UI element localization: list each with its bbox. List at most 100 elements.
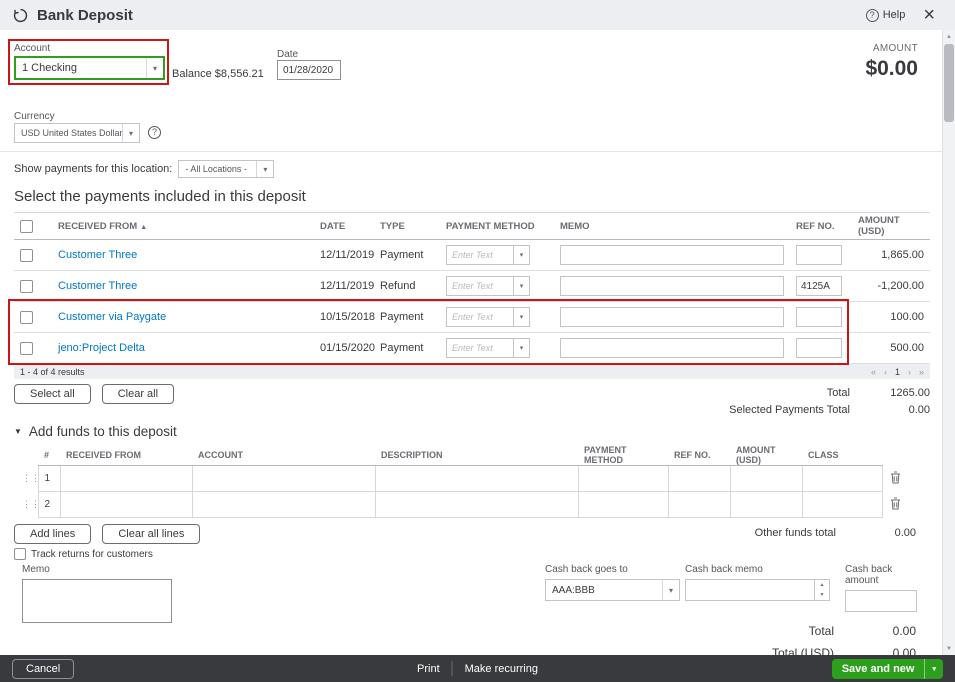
first-page-icon[interactable]: «: [871, 367, 876, 377]
row-checkbox[interactable]: [20, 311, 33, 324]
titlebar: Bank Deposit ? Help ×: [0, 0, 955, 30]
line-buttons: Add lines Clear all lines: [14, 524, 208, 544]
col-received-from[interactable]: RECEIVED FROM▲: [52, 213, 314, 240]
ref-no-input[interactable]: [796, 245, 842, 265]
payment-method-combo[interactable]: Enter Text▾: [446, 307, 530, 327]
row-checkbox[interactable]: [20, 280, 33, 293]
ref-no-cell[interactable]: [668, 492, 730, 518]
pagination: « ‹ 1 › »: [871, 367, 924, 377]
col-memo: MEMO: [554, 213, 790, 240]
description-cell[interactable]: [375, 492, 578, 518]
payment-method-cell[interactable]: [578, 492, 668, 518]
trash-icon[interactable]: [883, 497, 909, 510]
account-select[interactable]: 1 Checking ▾: [14, 56, 165, 80]
ref-no-input[interactable]: [796, 276, 842, 296]
chevron-down-icon: ▾: [256, 161, 273, 177]
ref-no-input[interactable]: [796, 307, 842, 327]
account-select-value: 1 Checking: [16, 62, 146, 74]
payment-method-combo[interactable]: Enter Text▾: [446, 245, 530, 265]
payments-header-row: RECEIVED FROM▲ DATE TYPE PAYMENT METHOD …: [14, 213, 930, 240]
ref-no-input[interactable]: [796, 338, 842, 358]
payment-method-combo[interactable]: Enter Text▾: [446, 276, 530, 296]
currency-select[interactable]: USD United States Dollar ▾: [14, 123, 140, 143]
cancel-button[interactable]: Cancel: [12, 659, 74, 679]
select-all-checkbox[interactable]: [20, 220, 33, 233]
clear-all-lines-button[interactable]: Clear all lines: [102, 524, 200, 544]
last-page-icon[interactable]: »: [919, 367, 924, 377]
customer-link[interactable]: Customer Three: [58, 280, 137, 292]
selection-buttons: Select all Clear all: [14, 384, 182, 404]
col-type: TYPE: [374, 213, 440, 240]
customer-link[interactable]: Customer Three: [58, 249, 137, 261]
add-funds-heading: Add funds to this deposit: [29, 424, 177, 439]
close-icon[interactable]: ×: [923, 5, 935, 25]
row-checkbox[interactable]: [20, 342, 33, 355]
received-from-cell[interactable]: [60, 466, 192, 492]
ref-no-cell[interactable]: [668, 466, 730, 492]
amount-cell[interactable]: [730, 492, 802, 518]
total-value: 1265.00: [850, 387, 930, 399]
col-amount: AMOUNT (USD): [730, 445, 802, 466]
description-cell[interactable]: [375, 466, 578, 492]
trash-icon[interactable]: [883, 471, 909, 484]
track-returns-checkbox[interactable]: [14, 548, 26, 560]
col-num: #: [38, 445, 60, 466]
payments-heading: Select the payments included in this dep…: [14, 188, 930, 205]
next-page-icon[interactable]: ›: [908, 367, 911, 377]
memo-textarea[interactable]: [22, 579, 172, 623]
col-description: DESCRIPTION: [375, 445, 578, 466]
row-checkbox[interactable]: [20, 249, 33, 262]
payment-method-placeholder: Enter Text: [447, 246, 513, 264]
step-up-icon[interactable]: ▲: [815, 580, 829, 590]
cash-back-amount-label: Cash back amount: [845, 564, 918, 586]
save-options-chevron-icon[interactable]: ▾: [924, 659, 943, 679]
chevron-down-icon: ▾: [122, 124, 139, 142]
track-returns-label: Track returns for customers: [31, 549, 153, 560]
scroll-down-icon[interactable]: ▼: [943, 642, 955, 655]
select-all-button[interactable]: Select all: [14, 384, 91, 404]
payment-method-cell[interactable]: [578, 466, 668, 492]
print-button[interactable]: Print: [417, 663, 440, 675]
bank-deposit-icon: [12, 7, 29, 24]
memo-input[interactable]: [560, 338, 784, 358]
make-recurring-button[interactable]: Make recurring: [465, 663, 538, 675]
save-and-new-button[interactable]: Save and new ▾: [832, 659, 943, 679]
cash-back-goes-to-select[interactable]: AAA:BBB ▾: [545, 579, 680, 601]
cash-back-memo-input[interactable]: [686, 580, 814, 600]
payment-method-combo[interactable]: Enter Text▾: [446, 338, 530, 358]
col-received-from-label: RECEIVED FROM: [58, 221, 137, 232]
received-from-cell[interactable]: [60, 492, 192, 518]
stepper: ▲ ▼: [814, 580, 829, 600]
col-amount: AMOUNT (USD): [852, 213, 930, 240]
date-input[interactable]: [277, 60, 341, 80]
vertical-scrollbar[interactable]: ▲ ▼: [942, 30, 955, 655]
class-cell[interactable]: [802, 492, 882, 518]
payment-type: Refund: [374, 271, 440, 302]
class-cell[interactable]: [802, 466, 882, 492]
current-page[interactable]: 1: [895, 367, 900, 377]
amount-cell[interactable]: [730, 466, 802, 492]
add-lines-button[interactable]: Add lines: [14, 524, 91, 544]
memo-input[interactable]: [560, 276, 784, 296]
location-select[interactable]: - All Locations - ▾: [178, 160, 274, 178]
col-ref-no: REF NO.: [668, 445, 730, 466]
prev-page-icon[interactable]: ‹: [884, 367, 887, 377]
currency-help-icon[interactable]: ?: [148, 126, 161, 139]
cash-back-amount-input[interactable]: [845, 590, 917, 612]
account-cell[interactable]: [192, 466, 375, 492]
add-funds-toggle[interactable]: ▼ Add funds to this deposit: [14, 424, 918, 439]
drag-handle-icon[interactable]: ⋮⋮: [22, 473, 40, 483]
help-button[interactable]: ? Help: [866, 9, 906, 22]
step-down-icon[interactable]: ▼: [815, 590, 829, 600]
memo-input[interactable]: [560, 307, 784, 327]
amount-value: $0.00: [865, 57, 918, 81]
customer-link[interactable]: Customer via Paygate: [58, 311, 166, 323]
customer-link[interactable]: jeno:Project Delta: [58, 342, 145, 354]
scroll-up-icon[interactable]: ▲: [943, 30, 955, 43]
memo-input[interactable]: [560, 245, 784, 265]
drag-handle-icon[interactable]: ⋮⋮: [22, 499, 40, 509]
payment-row: Customer Three 12/11/2019 Refund Enter T…: [14, 271, 930, 302]
clear-all-button[interactable]: Clear all: [102, 384, 174, 404]
account-cell[interactable]: [192, 492, 375, 518]
scrollbar-thumb[interactable]: [944, 44, 954, 122]
